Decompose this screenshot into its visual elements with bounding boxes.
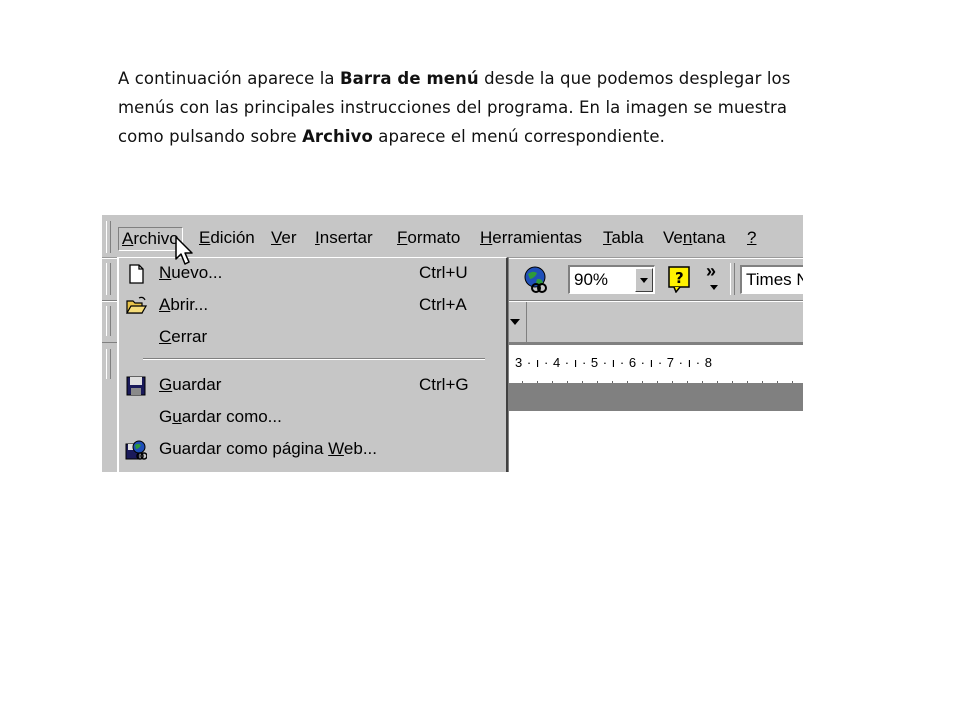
font-value: Times N — [746, 270, 803, 289]
paragraph-bold-archivo: Archivo — [302, 127, 373, 146]
open-folder-icon — [125, 296, 147, 314]
svg-text:?: ? — [675, 269, 684, 287]
menu-herramientas[interactable]: Herramientas — [477, 227, 585, 249]
toolbar-overflow-chevron[interactable]: » — [706, 261, 716, 282]
toolbar-grip[interactable] — [730, 263, 735, 295]
shortcut-label: Ctrl+U — [419, 263, 468, 282]
menu-help[interactable]: ? — [744, 227, 759, 249]
mouse-pointer-icon — [175, 236, 193, 265]
toolbar-grip[interactable] — [106, 306, 111, 336]
menu-ver[interactable]: Ver — [268, 227, 300, 249]
left-panel-edge — [102, 343, 118, 472]
menu-separator — [143, 358, 485, 360]
new-document-icon — [129, 264, 144, 284]
web-globe-icon[interactable] — [522, 264, 550, 294]
menu-ventana[interactable]: Ventana — [660, 227, 728, 249]
file-menu-item-guardar[interactable]: Guardar Ctrl+G — [119, 370, 499, 400]
file-menu-item-guardar-web[interactable]: Guardar como página Web... — [119, 434, 499, 464]
menu-bar: Archivo Edición Ver Insertar Formato Her… — [102, 215, 803, 258]
web-page-icon — [125, 440, 147, 460]
panel-grip[interactable] — [106, 349, 111, 379]
paragraph-bold-menu-bar: Barra de menú — [339, 69, 479, 88]
shortcut-label: Ctrl+A — [419, 295, 467, 314]
zoom-dropdown[interactable]: 90% — [568, 265, 655, 294]
document-page[interactable] — [507, 411, 803, 472]
shortcut-label: Ctrl+G — [419, 375, 469, 394]
menu-insertar[interactable]: Insertar — [312, 227, 376, 249]
menu-tabla[interactable]: Tabla — [600, 227, 647, 249]
help-assistant-icon[interactable]: ? — [666, 265, 694, 293]
file-menu-item-cerrar[interactable]: Cerrar — [119, 322, 499, 352]
font-dropdown[interactable]: Times N — [740, 265, 803, 294]
menu-archivo[interactable]: Archivo — [118, 227, 183, 251]
toolbar-options-arrow-icon[interactable] — [510, 319, 520, 325]
paragraph-text: A continuación aparece la — [118, 69, 340, 88]
toolbar-grip[interactable] — [106, 263, 111, 295]
file-menu-item-guardar-como[interactable]: Guardar como... — [119, 402, 499, 432]
document-area-dark — [507, 383, 803, 411]
menu-bar-grip[interactable] — [106, 221, 111, 253]
toolbar-overflow-arrow-icon[interactable] — [710, 285, 718, 290]
intro-paragraph: A continuación aparece la Barra de menú … — [118, 64, 818, 151]
floppy-disk-icon — [126, 376, 146, 396]
toolbar-divider — [526, 302, 527, 342]
horizontal-ruler[interactable]: 3 · ı · 4 · ı · 5 · ı · 6 · ı · 7 · ı · … — [507, 343, 803, 385]
menu-formato[interactable]: Formato — [394, 227, 463, 249]
paragraph-text: aparece el menú correspondiente. — [372, 127, 665, 146]
file-menu-item-abrir[interactable]: Abrir... Ctrl+A — [119, 290, 499, 320]
word-screenshot: Archivo Edición Ver Insertar Formato Her… — [102, 215, 803, 472]
menu-edicion[interactable]: Edición — [196, 227, 258, 249]
ruler-numbers: 3 · ı · 4 · ı · 5 · ı · 6 · ı · 7 · ı · … — [515, 355, 713, 370]
file-menu-dropdown: Nuevo... Ctrl+U Abrir... Ctrl+A Cerrar G… — [117, 257, 508, 472]
zoom-dropdown-arrow[interactable] — [635, 268, 653, 292]
zoom-value: 90% — [574, 270, 609, 289]
